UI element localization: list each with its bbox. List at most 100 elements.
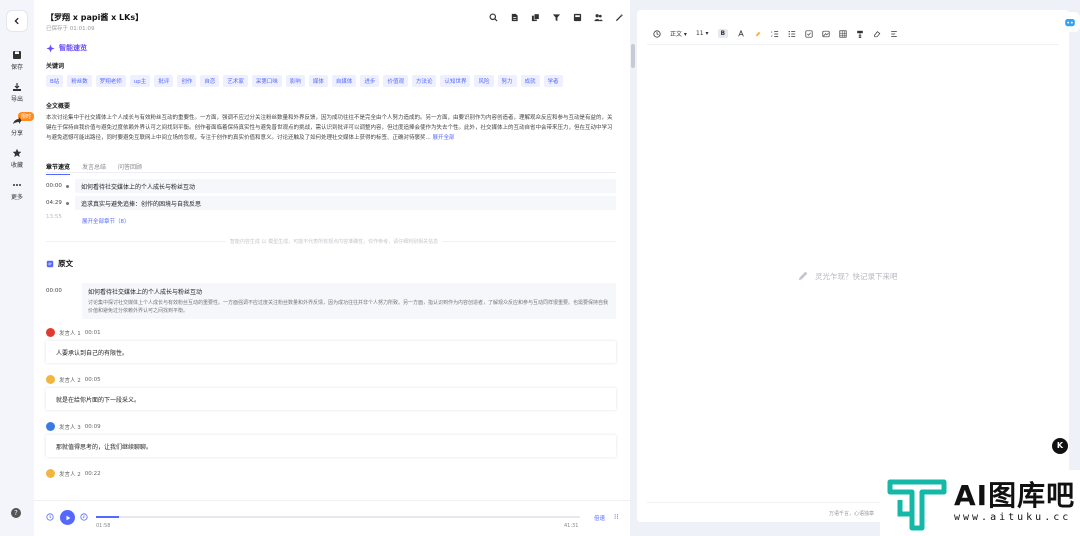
watermark-url: www.aituku.cc <box>954 512 1072 523</box>
speaker-text[interactable]: 那就值得思考的，让我们继续聊聊。 <box>46 435 616 457</box>
chapter-block-title: 如何看待社交媒体上的个人成长与粉丝互动 <box>88 289 203 296</box>
keyword-tag[interactable]: 价值观 <box>383 75 408 87</box>
eraser-icon[interactable] <box>873 30 881 38</box>
keyword-tag[interactable]: 罗翔老师 <box>95 75 126 87</box>
magic-button[interactable] <box>615 13 624 22</box>
keyword-tag[interactable]: 成就 <box>520 75 540 87</box>
keyword-tag[interactable]: up主 <box>129 75 151 87</box>
search-icon <box>489 13 498 22</box>
watermark: AI图库吧 www.aituku.cc <box>880 470 1080 536</box>
keyword-tag[interactable]: 影响 <box>285 75 305 87</box>
keyword-tag[interactable]: 采第口味 <box>251 75 282 87</box>
speaker-name[interactable]: 发言人 3 <box>59 423 81 431</box>
tab-speaker-summary[interactable]: 发言总结 <box>82 162 106 175</box>
avatar[interactable] <box>46 328 55 337</box>
highlight-icon[interactable] <box>754 30 762 38</box>
chapter-item[interactable]: 00:00 如何看待社交媒体上的个人成长与粉丝互动 <box>46 179 616 193</box>
speaker-name[interactable]: 发言人 1 <box>59 329 81 337</box>
keyword-tag[interactable]: 方法论 <box>411 75 437 87</box>
format-painter-icon[interactable] <box>856 30 864 38</box>
tab-qa-review[interactable]: 问答回顾 <box>118 162 142 175</box>
back-button[interactable] <box>6 10 28 32</box>
copy-button[interactable] <box>531 13 540 22</box>
transcript-icon <box>46 260 54 267</box>
table-icon[interactable] <box>839 29 847 38</box>
rewind-icon[interactable] <box>46 513 54 521</box>
progress-bar[interactable] <box>96 516 580 518</box>
star-icon <box>12 148 22 157</box>
keyword-tag[interactable]: 努力 <box>497 75 517 87</box>
bold-button[interactable]: B <box>717 29 729 38</box>
document-button[interactable] <box>510 13 519 22</box>
rail-share[interactable]: 分享 <box>0 116 34 137</box>
speaker-time[interactable]: 00:22 <box>85 471 101 477</box>
pen-icon <box>798 271 808 281</box>
avatar[interactable] <box>46 375 55 384</box>
tab-chapters[interactable]: 章节速览 <box>46 162 71 175</box>
speaker-segment: 发言人 1 00:01 人要承认到自己的有限性。 <box>46 328 616 363</box>
speaker-text[interactable]: 人要承认到自己的有限性。 <box>46 341 616 363</box>
speaker-time[interactable]: 00:05 <box>85 377 101 383</box>
avatar[interactable] <box>46 469 55 478</box>
editor-toolbar-divider <box>647 44 1059 45</box>
forward-icon[interactable] <box>80 513 88 521</box>
play-button[interactable] <box>60 510 75 525</box>
export-icon <box>13 83 21 91</box>
speaker-time[interactable]: 00:09 <box>85 424 101 430</box>
speaker-name[interactable]: 发言人 2 <box>59 376 81 384</box>
rail-favorite[interactable]: 收藏 <box>0 148 34 169</box>
chapter-faded-time: 13:55 <box>46 214 62 220</box>
progress-fill <box>96 516 120 518</box>
keyword-tag[interactable]: 粉丝数 <box>67 75 92 87</box>
font-size-select[interactable]: 11 ▾ <box>696 30 709 37</box>
summary-text: 本次讨论集中于社交媒体上个人成长与有效粉丝互动的重要性。一方面，强调不应过分关注… <box>46 113 616 143</box>
help-icon[interactable]: ? <box>11 508 21 518</box>
keyword-tag[interactable]: B站 <box>46 75 64 87</box>
search-button[interactable] <box>489 13 498 22</box>
text-color-icon[interactable] <box>737 29 745 38</box>
summary-expand-link[interactable]: 展开全部 <box>433 135 455 141</box>
keyword-tag[interactable]: 创作 <box>177 75 197 87</box>
aituku-logo-icon <box>887 479 947 531</box>
keyword-tag[interactable]: 风险 <box>474 75 494 87</box>
keyword-tag[interactable]: 进步 <box>360 75 380 87</box>
floating-k-button[interactable]: K <box>1052 438 1068 454</box>
ordered-list-icon[interactable]: 12 <box>771 30 779 38</box>
image-icon[interactable] <box>822 30 830 38</box>
keyword-tag[interactable]: 自恋 <box>200 75 220 87</box>
editor-placeholder[interactable]: 灵光乍现？快记录下来吧 <box>797 270 898 282</box>
speaker-text[interactable]: 就是在给你片面的下一段采义。 <box>46 388 616 410</box>
filter-button[interactable] <box>552 13 561 22</box>
speakers-button[interactable] <box>594 13 603 22</box>
avatar[interactable] <box>46 422 55 431</box>
keyword-tag[interactable]: 艺术家 <box>223 75 248 87</box>
rail-export[interactable]: 导出 <box>0 82 34 103</box>
checkbox-icon[interactable] <box>805 29 813 38</box>
rail-export-label: 导出 <box>10 96 23 103</box>
playlist-icon[interactable]: ⁞⁞ <box>614 513 618 521</box>
font-style-select[interactable]: 正文 ▾ <box>670 29 687 38</box>
chapter-block-card[interactable]: 如何看待社交媒体上的个人成长与粉丝互动 讨论集中探讨社交媒体上个人成长与有效粉丝… <box>82 283 616 319</box>
keyword-tag[interactable]: 媒体 <box>308 75 328 87</box>
speaker-name[interactable]: 发言人 2 <box>59 470 81 478</box>
speaker-segment: 发言人 3 00:09 那就值得思考的，让我们继续聊聊。 <box>46 422 616 457</box>
bullet-list-icon[interactable] <box>788 30 796 38</box>
speaker-time[interactable]: 00:01 <box>85 330 101 336</box>
keyword-tag[interactable]: 自媒体 <box>331 75 357 87</box>
scrollbar-thumb[interactable] <box>631 44 635 68</box>
speed-button[interactable]: 倍速 <box>594 514 605 522</box>
play-icon <box>66 515 70 520</box>
keyword-tag[interactable]: 批评 <box>154 75 174 87</box>
clear-format-icon[interactable] <box>890 30 898 38</box>
rail-save-label: 保存 <box>10 64 23 71</box>
keyword-tag[interactable]: 学者 <box>543 75 563 87</box>
tabs-divider <box>46 172 616 173</box>
assistant-button[interactable] <box>1060 12 1080 32</box>
rail-more[interactable]: 更多 <box>0 180 34 201</box>
chapter-item[interactable]: 04:29 追求真实与避免追捧：创作的困境与自我反思 <box>46 196 616 210</box>
layout-button[interactable] <box>573 13 582 22</box>
rail-save[interactable]: 保存 <box>0 50 34 71</box>
keyword-tag[interactable]: 认知世界 <box>440 75 471 87</box>
clock-icon[interactable] <box>653 29 661 38</box>
expand-chapters-link[interactable]: 展开全部章节（8） <box>82 217 130 225</box>
